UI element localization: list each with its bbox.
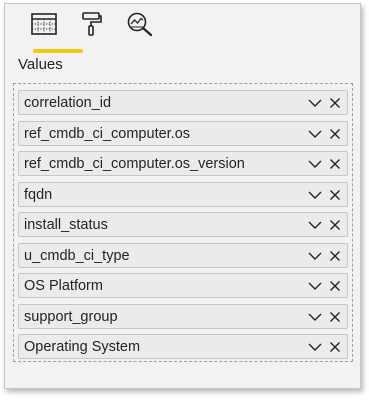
visualizations-pane: Values correlation_id ref_cmdb_ci_comput… [4, 3, 361, 389]
chevron-down-icon[interactable] [305, 307, 325, 327]
field-label: u_cmdb_ci_type [24, 247, 130, 264]
close-icon[interactable] [325, 93, 345, 113]
field-label: support_group [24, 308, 118, 325]
field-label: fqdn [24, 186, 53, 203]
field-pill[interactable]: fqdn [18, 182, 348, 207]
field-label: install_status [24, 216, 108, 233]
field-label: Operating System [24, 338, 141, 355]
field-pill[interactable]: ref_cmdb_ci_computer.os [18, 121, 348, 146]
close-icon[interactable] [325, 154, 345, 174]
table-grid-icon [30, 12, 58, 41]
field-label: correlation_id [24, 94, 112, 111]
field-pill[interactable]: support_group [18, 304, 348, 329]
close-icon[interactable] [325, 215, 345, 235]
pane-tabs [19, 11, 199, 53]
field-pill[interactable]: Operating System [18, 334, 348, 359]
close-icon[interactable] [325, 124, 345, 144]
active-tab-indicator [33, 49, 83, 53]
field-pill[interactable]: u_cmdb_ci_type [18, 243, 348, 268]
tab-analytics[interactable] [123, 11, 157, 41]
field-pill[interactable]: correlation_id [18, 90, 348, 115]
chevron-down-icon[interactable] [305, 337, 325, 357]
close-icon[interactable] [325, 246, 345, 266]
field-label: ref_cmdb_ci_computer.os_version [24, 155, 245, 172]
tab-build-visual[interactable] [27, 11, 61, 41]
field-pill[interactable]: OS Platform [18, 273, 348, 298]
close-icon[interactable] [325, 307, 345, 327]
chevron-down-icon[interactable] [305, 185, 325, 205]
close-icon[interactable] [325, 276, 345, 296]
magnifier-chart-icon [126, 11, 154, 42]
field-pill[interactable]: install_status [18, 212, 348, 237]
chevron-down-icon[interactable] [305, 215, 325, 235]
field-pill[interactable]: ref_cmdb_ci_computer.os_version [18, 151, 348, 176]
chevron-down-icon[interactable] [305, 124, 325, 144]
close-icon[interactable] [325, 185, 345, 205]
chevron-down-icon[interactable] [305, 276, 325, 296]
chevron-down-icon[interactable] [305, 154, 325, 174]
field-label: ref_cmdb_ci_computer.os [24, 125, 191, 142]
paint-roller-icon [80, 11, 104, 42]
close-icon[interactable] [325, 337, 345, 357]
chevron-down-icon[interactable] [305, 246, 325, 266]
values-field-well[interactable]: correlation_id ref_cmdb_ci_computer.os r… [13, 83, 353, 362]
tab-format[interactable] [75, 11, 109, 41]
field-label: OS Platform [24, 277, 103, 294]
values-section-label: Values [18, 56, 63, 73]
chevron-down-icon[interactable] [305, 93, 325, 113]
